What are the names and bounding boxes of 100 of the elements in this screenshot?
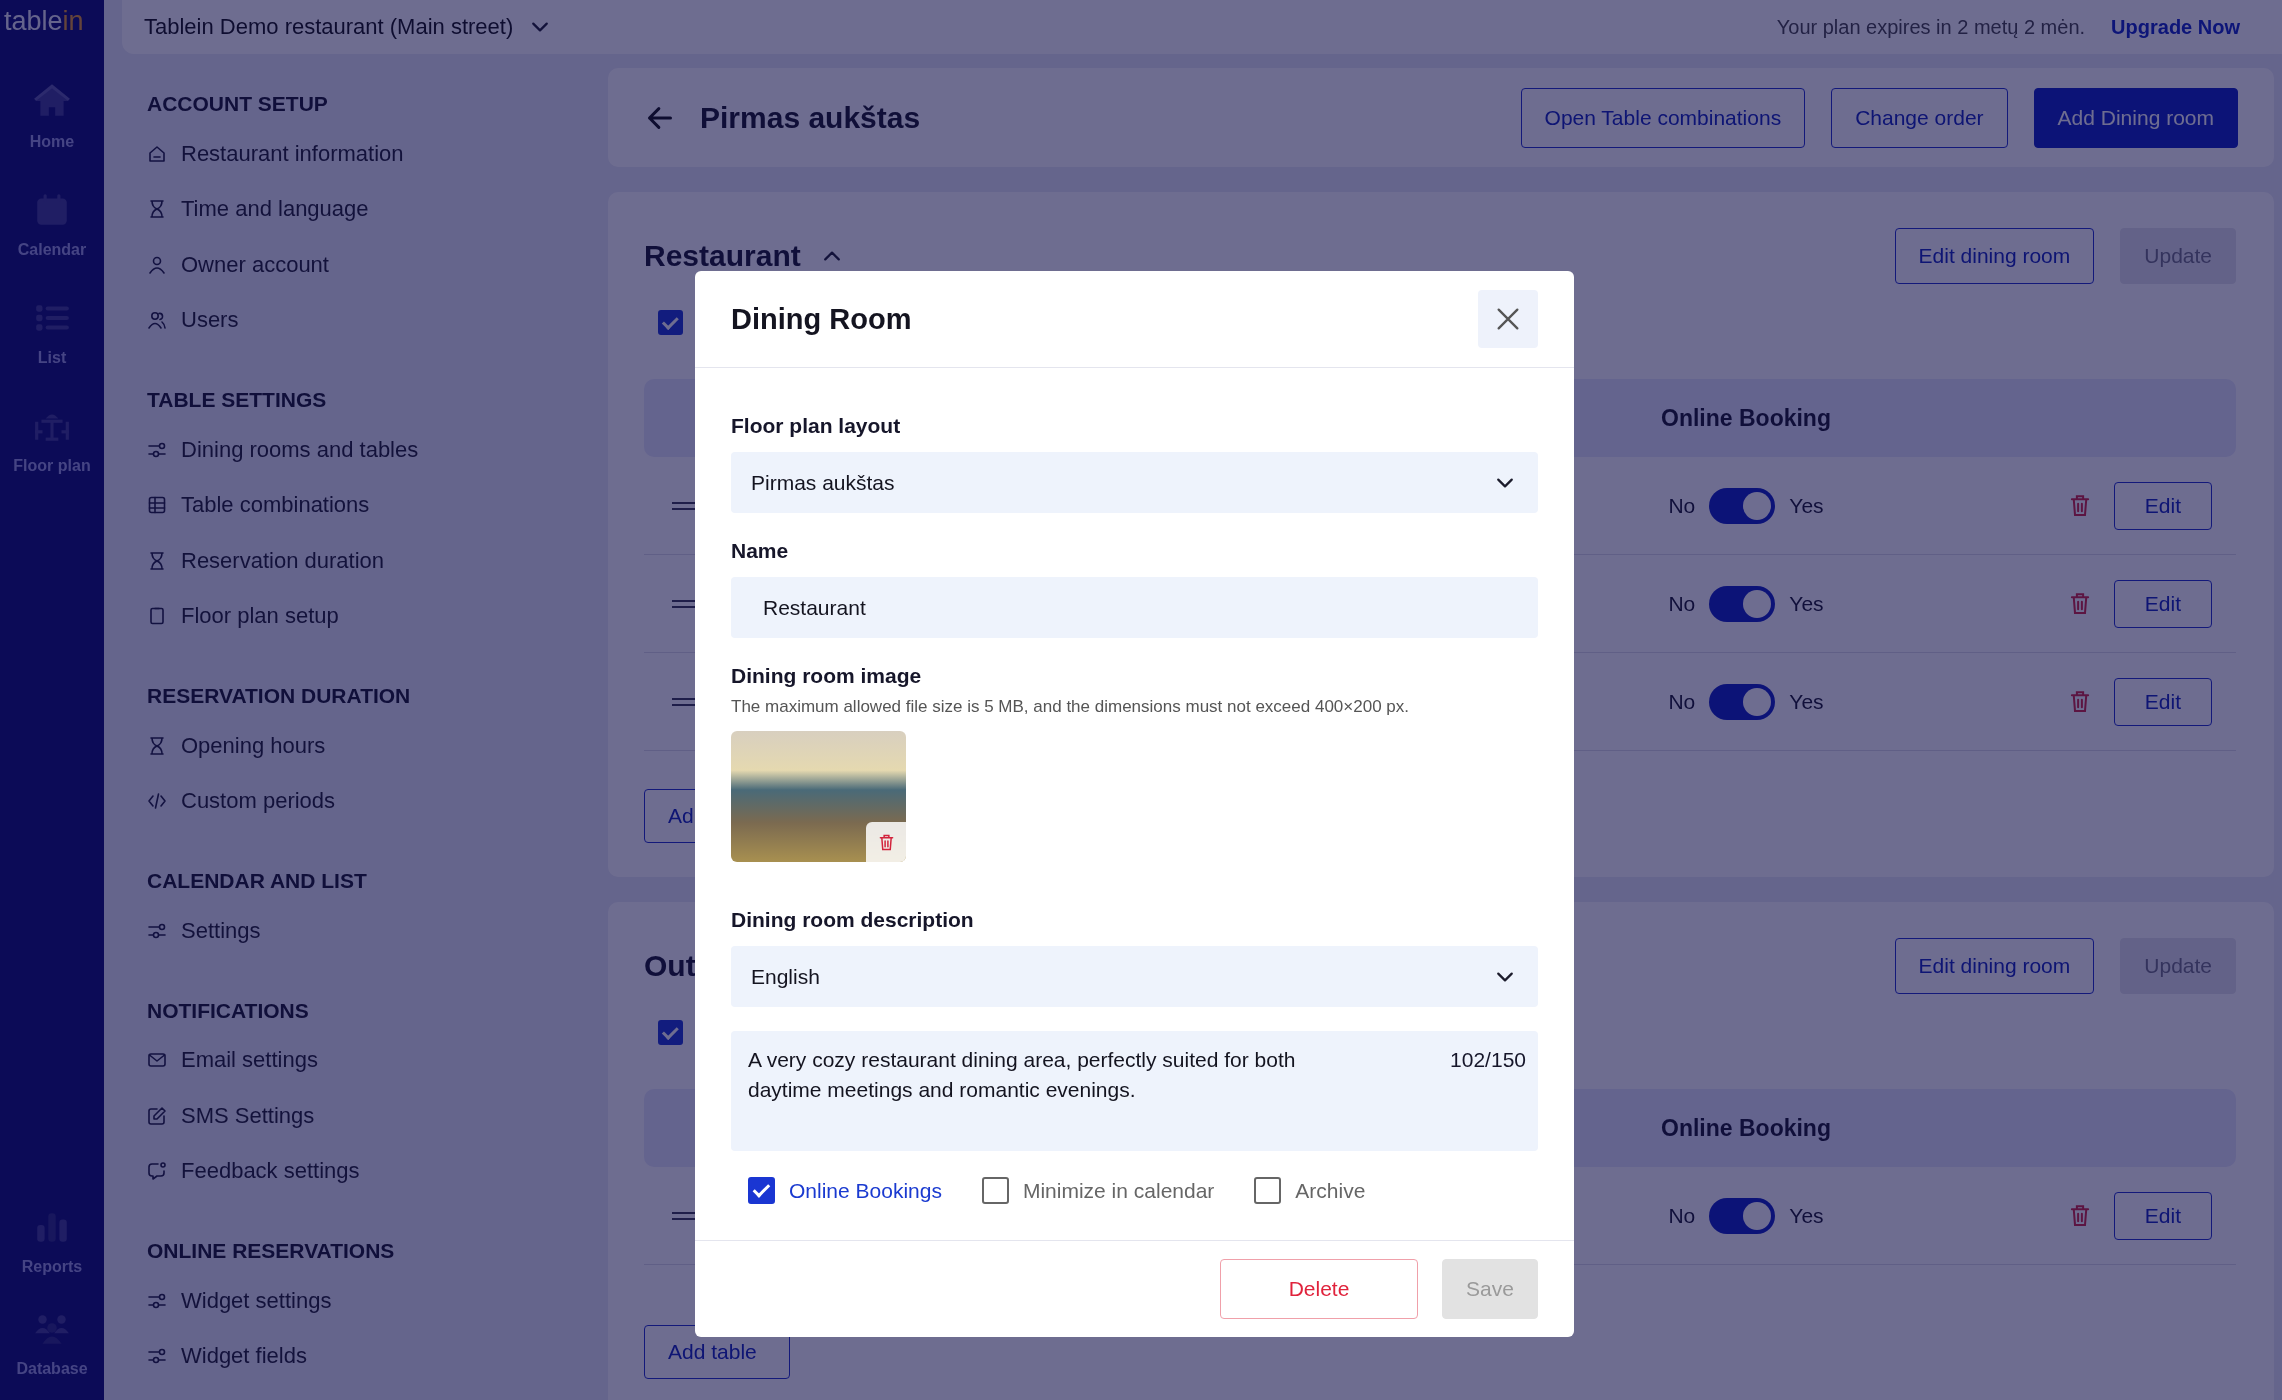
language-select[interactable]: English (731, 946, 1538, 1007)
drag-handle-icon[interactable] (671, 697, 697, 706)
plan-notice: Your plan expires in 2 metų 2 mėn. (1776, 15, 2086, 39)
sidebar-heading: NOTIFICATIONS (147, 997, 310, 1024)
sidebar-heading: RESERVATION DURATION (147, 683, 412, 709)
header-button[interactable]: Add Dining room (2033, 87, 2238, 148)
sidebar-item[interactable]: Settings (181, 917, 261, 944)
checkbox-label[interactable]: Online Bookings (789, 1178, 942, 1203)
name-input[interactable]: Restaurant (731, 577, 1538, 638)
yes-label: Yes (1789, 1203, 1824, 1228)
sidebar-item[interactable]: Dining rooms and tables (181, 436, 419, 463)
sidebar-item[interactable]: Opening hours (181, 732, 326, 759)
hourglass-icon (147, 199, 167, 220)
trash-icon[interactable] (878, 833, 894, 851)
floor-plan-select[interactable]: Pirmas aukštas (731, 452, 1538, 513)
chevron-up-icon (822, 250, 841, 262)
checkbox[interactable] (658, 310, 683, 335)
sidebar-heading: ACCOUNT SETUP (147, 91, 329, 117)
clipboard-icon (147, 606, 167, 627)
drag-handle-icon[interactable] (671, 1211, 697, 1220)
chat-bubble-icon (147, 1161, 167, 1182)
sidebar-item[interactable]: Custom periods (181, 788, 336, 815)
field-label: Dining room description (731, 908, 975, 932)
sidebar-item[interactable]: Owner account (181, 251, 329, 278)
logo: tablein (3, 6, 84, 37)
trash-icon[interactable] (2069, 690, 2090, 713)
sidebar-item[interactable]: Widget fields (181, 1343, 307, 1370)
checkbox[interactable] (748, 1177, 775, 1204)
checkbox[interactable] (1254, 1177, 1282, 1204)
column-heading: Online Booking (1661, 404, 1831, 432)
sidebar-heading: ONLINE RESERVATIONS (147, 1238, 396, 1264)
drag-handle-icon[interactable] (671, 501, 697, 510)
edit-button[interactable]: Edit (2113, 579, 2212, 628)
dining-room-title: Restaurant (644, 239, 801, 273)
nav-label[interactable]: Reports (21, 1258, 83, 1276)
edit-dining-room-button[interactable]: Edit dining room (1894, 938, 2095, 994)
page-title: Pirmas aukštas (700, 100, 921, 135)
field-label: Name (731, 539, 790, 563)
sidebar-item[interactable]: SMS Settings (181, 1102, 315, 1129)
sidebar-item[interactable]: Time and language (181, 196, 369, 223)
toggle-switch[interactable] (1709, 683, 1776, 720)
toggle-switch[interactable] (1709, 1197, 1776, 1234)
upgrade-link[interactable]: Upgrade Now (2111, 15, 2240, 39)
checkbox-label[interactable]: Minimize in calendar (1022, 1178, 1215, 1203)
sidebar-item[interactable]: Feedback settings (181, 1158, 360, 1185)
user-icon (147, 254, 167, 275)
toggle-switch[interactable] (1709, 487, 1776, 524)
sidebar-item[interactable]: Restaurant information (181, 140, 404, 167)
checkbox[interactable] (981, 1177, 1009, 1204)
sidebar-item[interactable]: Table combinations (181, 492, 370, 519)
restaurant-select[interactable]: Tablein Demo restaurant (Main street) (144, 14, 550, 40)
edit-icon (147, 1105, 167, 1126)
chevron-down-icon (1496, 970, 1514, 983)
column-heading: Online Booking (1661, 1114, 1831, 1142)
character-counter: 102/150 (1450, 1047, 1526, 1073)
yes-label: Yes (1789, 689, 1824, 714)
header-button[interactable]: Change order (1831, 87, 2008, 148)
hint-text: The maximum allowed file size is 5 MB, and the dimensions must not exceed 400×200 px. (731, 697, 1410, 717)
trash-icon[interactable] (2069, 494, 2090, 517)
sidebar-item[interactable]: Floor plan setup (181, 603, 339, 630)
delete-button[interactable]: Delete (1220, 1259, 1418, 1319)
delete-image-button[interactable] (866, 822, 906, 862)
trash-icon[interactable] (2069, 1204, 2090, 1227)
no-label: No (1668, 591, 1696, 616)
sidebar-item[interactable]: Users (181, 307, 239, 334)
header-button[interactable]: Open Table combinations (1520, 87, 1806, 148)
yes-label: Yes (1789, 493, 1824, 518)
drag-handle-icon[interactable] (671, 599, 697, 608)
hourglass-icon (147, 735, 167, 756)
sidebar-heading: TABLE SETTINGS (147, 387, 328, 413)
trash-icon[interactable] (2069, 592, 2090, 615)
checkbox-label[interactable]: Archive (1295, 1178, 1366, 1203)
no-label: No (1668, 493, 1696, 518)
checkbox[interactable] (658, 1020, 683, 1045)
nav-label[interactable]: Home (29, 133, 75, 151)
dialog-title: Dining Room (731, 302, 912, 336)
chevron-down-icon (1496, 476, 1514, 489)
chevron-down-icon (531, 21, 550, 33)
dining-room-title: Out (644, 949, 696, 983)
field-label: Dining room image (731, 664, 923, 688)
nav-label[interactable]: Database (16, 1360, 88, 1378)
hourglass-icon (147, 550, 167, 571)
edit-button[interactable]: Edit (2113, 1191, 2212, 1240)
code-icon (147, 791, 167, 812)
no-label: No (1668, 689, 1696, 714)
sidebar-item[interactable]: Widget settings (181, 1287, 332, 1314)
edit-button[interactable]: Edit (2113, 481, 2212, 530)
edit-button[interactable]: Edit (2113, 677, 2212, 726)
sidebar-heading: CALENDAR AND LIST (147, 868, 368, 894)
nav-label[interactable]: List (37, 349, 67, 367)
users-icon (147, 310, 167, 331)
close-button[interactable] (1478, 290, 1538, 348)
field-label: Floor plan layout (731, 414, 902, 438)
edit-dining-room-button[interactable]: Edit dining room (1894, 228, 2095, 284)
sidebar-item[interactable]: Email settings (181, 1047, 318, 1074)
nav-label[interactable]: Floor plan (13, 457, 91, 475)
nav-label[interactable]: Calendar (17, 241, 87, 259)
sidebar-item[interactable]: Reservation duration (181, 547, 384, 574)
toggle-switch[interactable] (1709, 585, 1776, 622)
home-icon (147, 143, 167, 164)
